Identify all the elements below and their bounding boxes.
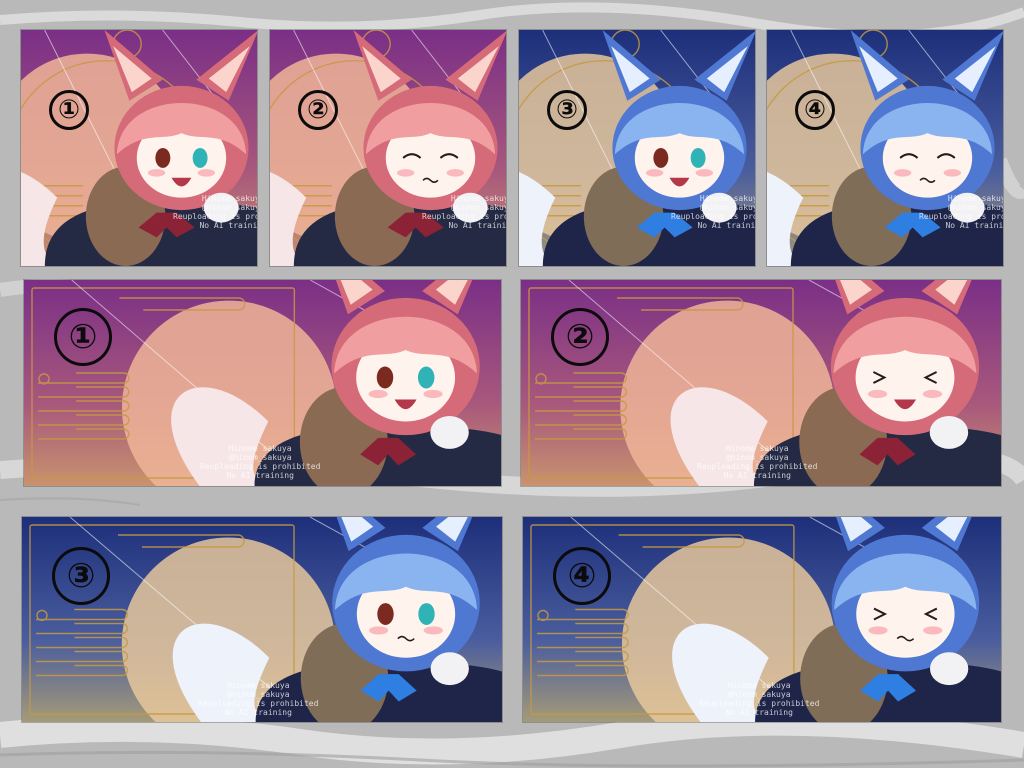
eye-left: [155, 148, 171, 168]
variant-number-label: ②: [298, 90, 338, 130]
eye-right: [192, 148, 208, 168]
paw-hand: [430, 652, 469, 686]
watermark-text: Hinome sakuya @hinom_sakuya Reuploading …: [699, 681, 820, 717]
variant-number-label: ④: [795, 90, 835, 130]
eye-left: [653, 148, 669, 168]
variant-number-label: ①: [54, 308, 112, 366]
variant-panel-3: ③ Hinome sakuya @hinom_sakuya Reuploadin…: [519, 30, 755, 266]
variant-number-label: ③: [547, 90, 587, 130]
variant-number-label: ②: [551, 308, 609, 366]
paw-hand: [930, 652, 969, 686]
variant-artwork: [519, 30, 755, 266]
watermark-text: Hinome sakuya @hinom_sakuya Reuploading …: [200, 444, 321, 480]
variant-number-label: ①: [49, 90, 89, 130]
variant-artwork: [767, 30, 1003, 266]
eye-right: [690, 148, 706, 168]
watermark-text: Hinome sakuya @hinom_sakuya Reuploading …: [198, 681, 319, 717]
variant-artwork: [270, 30, 506, 266]
paw-hand: [430, 415, 469, 449]
variant-panel-4: ④ Hinome sakuya @hinom_sakuya Reuploadin…: [767, 30, 1003, 266]
watermark-text: Hinome sakuya @hinom_sakuya Reuploading …: [697, 444, 818, 480]
watermark-text: Hinome sakuya @hinom_sakuya Reuploading …: [919, 194, 1003, 230]
eye-left: [377, 603, 394, 625]
variant-panel-7: ③ Hinome sakuya @hinom_sakuya Reuploadin…: [22, 517, 502, 722]
watermark-text: Hinome sakuya @hinom_sakuya Reuploading …: [422, 194, 506, 230]
variant-panel-1: ① Hinome sakuya @hinom_sakuya Reuploadin…: [21, 30, 257, 266]
variant-panel-2: ② Hinome sakuya @hinom_sakuya Reuploadin…: [270, 30, 506, 266]
eye-left: [376, 366, 394, 389]
paw-hand: [929, 415, 969, 449]
variant-artwork: [21, 30, 257, 266]
variant-panel-6: ② Hinome sakuya @hinom_sakuya Reuploadin…: [521, 280, 1001, 486]
eye-right: [417, 366, 435, 389]
variant-number-label: ③: [52, 547, 110, 605]
watermark-text: Hinome sakuya @hinom_sakuya Reuploading …: [173, 194, 257, 230]
variant-panel-5: ① Hinome sakuya @hinom_sakuya Reuploadin…: [24, 280, 501, 486]
variant-panel-8: ④ Hinome sakuya @hinom_sakuya Reuploadin…: [523, 517, 1001, 722]
variant-number-label: ④: [553, 547, 611, 605]
watermark-text: Hinome sakuya @hinom_sakuya Reuploading …: [671, 194, 755, 230]
eye-right: [418, 603, 435, 625]
